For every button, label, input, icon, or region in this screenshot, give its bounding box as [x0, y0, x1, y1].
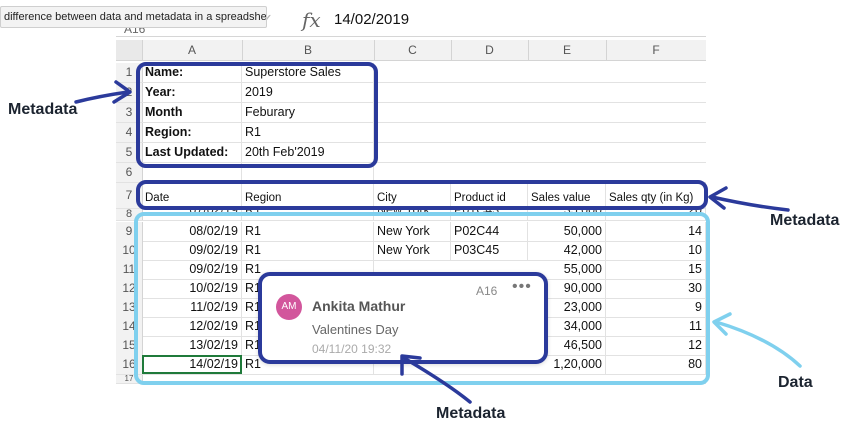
- arrow-bottom-metadata: [402, 356, 472, 404]
- arrow-data: [714, 320, 802, 368]
- label-metadata-left: Metadata: [8, 101, 78, 118]
- annotation-arrows: [74, 80, 802, 404]
- browser-tooltip: difference between data and metadata in …: [0, 6, 267, 28]
- label-metadata-bottom: Metadata: [436, 405, 506, 422]
- label-data: Data: [778, 374, 813, 391]
- label-metadata-right: Metadata: [770, 212, 840, 229]
